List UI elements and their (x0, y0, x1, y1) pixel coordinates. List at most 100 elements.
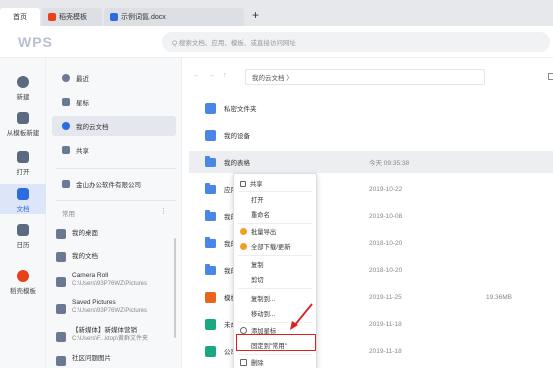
folder-icon (56, 356, 66, 366)
breadcrumb-text: 我的云文档 〉 (252, 75, 293, 82)
common-item[interactable]: Saved Pictures C:\Users\93P76WZ\Pictures (56, 298, 176, 316)
rail-daoke-template[interactable]: 稻壳模板 (0, 270, 46, 295)
common-item[interactable]: Camera Roll C:\Users\93P76WZ\Pictures (56, 271, 176, 289)
nav-item-starred[interactable]: 星标 (52, 92, 176, 112)
rail-documents[interactable]: 文档 (0, 184, 46, 214)
view-mode-icon[interactable] (548, 73, 553, 80)
menu-item-batch-export[interactable]: 批量导出 (234, 225, 316, 238)
common-item-path: C:\Users\93P76WZ\Pictures (72, 308, 148, 314)
menu-item-label: 全部下载/更新 (251, 244, 291, 251)
rail-new[interactable]: 新建 (0, 76, 46, 101)
new-tab-button[interactable]: + (252, 8, 259, 22)
menu-item-open[interactable]: 打开 (234, 193, 316, 206)
scrollbar[interactable] (174, 238, 176, 338)
building-icon (62, 180, 70, 188)
nav-item-company[interactable]: 金山办公软件有限公司 (52, 174, 176, 194)
common-item-title: 【新媒体】新媒体营销 (72, 327, 137, 334)
share-file-icon (205, 345, 216, 357)
menu-item-label: 重命名 (251, 212, 270, 219)
daoke-icon (17, 270, 29, 282)
menu-item-cut[interactable]: 剪切 (234, 273, 316, 286)
folder-icon (205, 155, 216, 167)
menu-item-delete[interactable]: 删除 (234, 356, 316, 368)
divider (238, 255, 312, 256)
nav-label: 共享 (76, 148, 89, 155)
cloud-icon (62, 122, 70, 130)
menu-item-label: 剪切 (251, 277, 264, 284)
menu-item-copy[interactable]: 复制 (234, 258, 316, 271)
rail-open[interactable]: 打开 (0, 151, 46, 176)
folder-icon (56, 277, 66, 287)
nav-item-cloud-docs[interactable]: 我的云文档 (52, 116, 176, 136)
nav-label: 星标 (76, 100, 89, 107)
forward-icon[interactable]: → (208, 72, 215, 79)
wps-logo: WPS (18, 34, 53, 50)
common-item-path: C:\Users\F...ktop\黄群文件夹 (72, 336, 149, 342)
search-input[interactable]: Q 搜索文档、应用、模板、或直接访问网址 (162, 32, 550, 52)
menu-item-download-all[interactable]: 全部下载/更新 (234, 240, 316, 253)
word-doc-icon (110, 13, 118, 21)
common-item[interactable]: 社区问题图片 (56, 354, 176, 366)
menu-item-label: 复制到... (251, 296, 276, 303)
divider (238, 191, 312, 192)
divider (56, 168, 176, 169)
rail-label: 新建 (16, 94, 30, 101)
device-icon (205, 129, 216, 141)
annotation-arrow (290, 303, 313, 330)
share-icon (240, 180, 246, 187)
tab-label: 稻壳模板 (59, 14, 87, 21)
file-row[interactable]: 私密文件夹 (189, 97, 553, 119)
divider (56, 200, 176, 201)
common-section-label: 常用 (62, 211, 75, 218)
tab-document[interactable]: 示例词氤.docx (104, 8, 244, 26)
back-icon[interactable]: ← (193, 72, 200, 79)
common-item-title: 社区问题图片 (72, 355, 111, 362)
tab-daoke-template[interactable]: 稻壳模板 (42, 8, 102, 26)
menu-item-label: 批量导出 (251, 229, 277, 236)
common-item[interactable]: 我的桌面 (56, 227, 176, 239)
share-file-icon (205, 318, 216, 330)
desktop-folder-icon (56, 229, 66, 239)
common-item[interactable]: 【新媒体】新媒体营销 C:\Users\F...ktop\黄群文件夹 (56, 326, 176, 344)
rail-calendar[interactable]: 日历 (0, 224, 46, 249)
clock-icon (62, 74, 70, 82)
nav-label: 我的云文档 (76, 124, 109, 131)
file-row[interactable]: 我的设备 (189, 124, 553, 146)
daoke-icon (48, 13, 56, 21)
nav-label: 最近 (76, 76, 89, 83)
tab-home[interactable]: 首页 (0, 8, 40, 26)
file-row-selected[interactable]: 我的表格 今天 09:35:38 (189, 151, 553, 173)
star-icon (62, 98, 70, 106)
folder-icon (205, 182, 216, 194)
breadcrumb[interactable]: 我的云文档 〉 (245, 69, 485, 85)
nav-item-shared[interactable]: 共享 (52, 140, 176, 160)
menu-item-rename[interactable]: 重命名 (234, 208, 316, 221)
divider (238, 288, 312, 289)
more-icon[interactable]: ⋮ (160, 207, 167, 215)
nav-item-recent[interactable]: 最近 (52, 68, 176, 88)
header: WPS Q 搜索文档、应用、模板、或直接访问网址 (0, 26, 553, 58)
nav-label: 金山办公软件有限公司 (76, 182, 141, 189)
rail-from-template[interactable]: 从模板新建 (0, 112, 46, 137)
menu-item-share[interactable]: 共享 (234, 177, 316, 190)
common-item[interactable]: 我的文档 (56, 250, 176, 262)
folder-icon (56, 332, 66, 342)
divider (238, 354, 312, 355)
file-name: 我的表格 (224, 160, 250, 167)
ppt-icon (205, 291, 216, 303)
divider (238, 223, 312, 224)
file-date: 2019-11-18 (369, 320, 402, 328)
common-item-title: 我的桌面 (72, 230, 98, 237)
export-icon (240, 228, 247, 235)
folder-icon (205, 236, 216, 248)
download-icon (240, 243, 247, 250)
left-rail: 新建 从模板新建 打开 文档 日历 稻壳模板 (0, 58, 46, 368)
up-icon[interactable]: ↑ (223, 72, 227, 79)
common-item-title: Saved Pictures (72, 299, 116, 306)
common-item-path: C:\Users\93P76WZ\Pictures (72, 281, 148, 287)
common-item-title: Camera Roll (72, 272, 109, 279)
file-date: 2019-11-18 (369, 347, 402, 355)
trash-icon (240, 359, 247, 366)
rail-label: 打开 (16, 169, 30, 176)
folder-open-icon (17, 151, 29, 163)
